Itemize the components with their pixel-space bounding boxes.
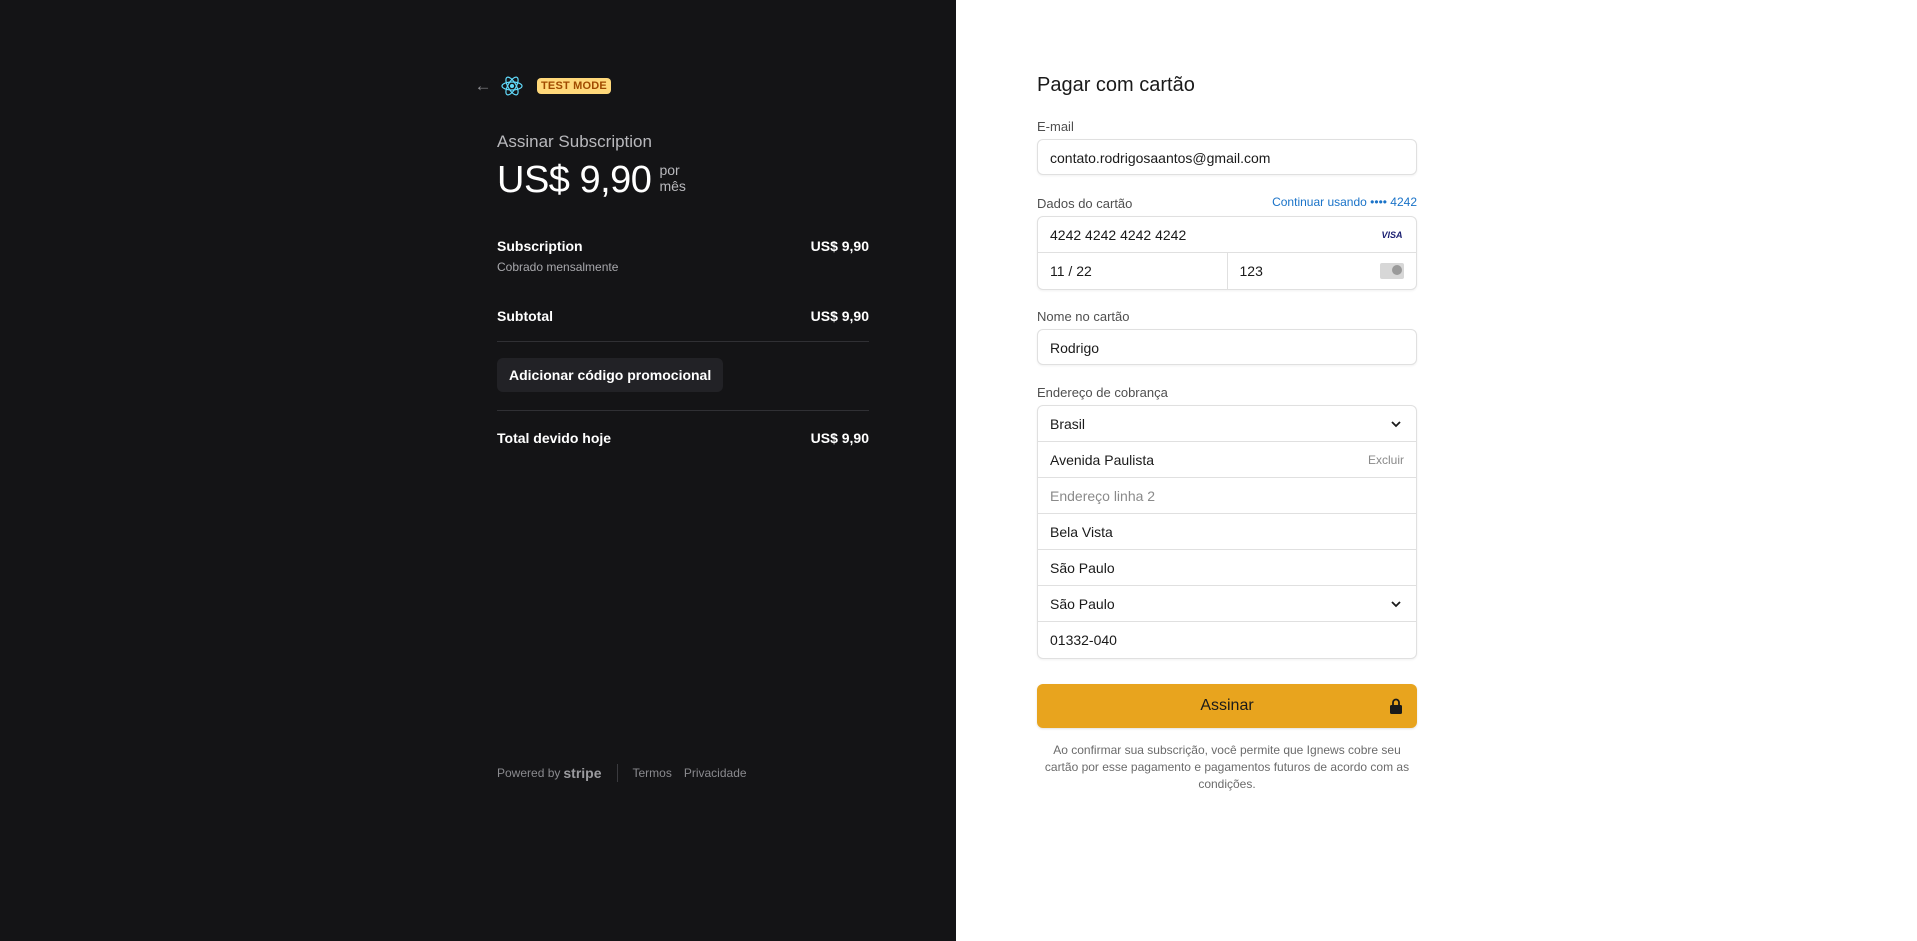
form-title: Pagar com cartão — [1037, 74, 1195, 96]
back-arrow-icon[interactable]: ← — [474, 77, 492, 95]
address-line1-value: Avenida Paulista — [1050, 452, 1155, 468]
total-row: Total devido hoje US$ 9,90 — [497, 430, 869, 446]
zip-value: 01332-040 — [1050, 632, 1117, 648]
footer-divider — [616, 764, 618, 782]
cvc-field[interactable]: 123 — [1228, 253, 1417, 289]
zip-field[interactable]: 01332-040 — [1038, 622, 1416, 658]
price-row: US$ 9,90 por mês — [497, 158, 686, 202]
billing-address-group: Brasil Avenida Paulista Excluir Endereço… — [1037, 405, 1417, 659]
card-details-label: Dados do cartão — [1037, 196, 1133, 211]
react-logo-icon — [501, 76, 523, 96]
test-mode-badge: TEST MODE — [537, 78, 611, 94]
subscribe-label: Assinar — [1200, 697, 1254, 714]
add-promo-code-button[interactable]: Adicionar código promocional — [497, 358, 724, 392]
product-title: Assinar Subscription — [497, 132, 652, 151]
line-item-name: Subscription — [497, 238, 583, 254]
price-amount: US$ 9,90 — [497, 159, 652, 201]
line-item-description: Cobrado mensalmente — [497, 260, 619, 274]
address-line2-field[interactable]: Endereço linha 2 — [1038, 478, 1416, 514]
divider — [497, 341, 869, 342]
cvc-card-icon — [1380, 263, 1404, 279]
line-item-amount: US$ 9,90 — [810, 238, 869, 254]
per-label: por — [659, 162, 680, 178]
subscribe-button[interactable]: Assinar — [1037, 684, 1417, 728]
subtotal-label: Subtotal — [497, 308, 553, 324]
subscription-disclaimer: Ao confirmar sua subscrição, você permit… — [1044, 743, 1410, 791]
neighborhood-value: Bela Vista — [1050, 524, 1113, 540]
stripe-logo[interactable]: stripe — [563, 765, 601, 781]
total-label: Total devido hoje — [497, 430, 612, 446]
cardholder-name-field[interactable]: Rodrigo — [1037, 329, 1417, 365]
expiry-field[interactable]: 11 / 22 — [1038, 253, 1228, 289]
order-summary-panel: ← TEST MODE Assinar Subscription US$ 9,9… — [0, 0, 956, 941]
terms-link[interactable]: Termos — [633, 766, 672, 780]
state-select[interactable]: São Paulo — [1038, 586, 1416, 622]
summary-topbar: ← TEST MODE — [474, 74, 611, 98]
card-number-value: 4242 4242 4242 4242 — [1050, 227, 1187, 243]
visa-icon: VISA — [1381, 230, 1403, 240]
period-label: mês — [659, 178, 686, 194]
address-line2-placeholder: Endereço linha 2 — [1050, 488, 1156, 504]
country-select[interactable]: Brasil — [1038, 406, 1416, 442]
clear-address-button[interactable]: Excluir — [1368, 442, 1404, 478]
city-field[interactable]: São Paulo — [1038, 550, 1416, 586]
expiry-value: 11 / 22 — [1050, 263, 1092, 279]
subtotal-amount: US$ 9,90 — [810, 308, 869, 324]
lock-icon — [1390, 698, 1402, 714]
continue-with-saved-card-link[interactable]: Continuar usando •••• 4242 — [1272, 195, 1417, 209]
chevron-down-icon — [1391, 601, 1401, 608]
card-details-group: 4242 4242 4242 4242 VISA 11 / 22 123 — [1037, 216, 1417, 290]
total-amount: US$ 9,90 — [810, 430, 869, 446]
divider — [497, 410, 869, 411]
country-value: Brasil — [1050, 416, 1086, 432]
neighborhood-field[interactable]: Bela Vista — [1038, 514, 1416, 550]
billing-period: por mês — [659, 162, 685, 194]
line-item-subscription: Subscription US$ 9,90 — [497, 238, 869, 254]
cardholder-name-label: Nome no cartão — [1037, 309, 1130, 324]
cvc-value: 123 — [1239, 263, 1263, 279]
email-value: contato.rodrigosaantos@gmail.com — [1050, 150, 1271, 166]
state-value: São Paulo — [1050, 596, 1115, 612]
billing-address-label: Endereço de cobrança — [1037, 385, 1168, 400]
subtotal-row: Subtotal US$ 9,90 — [497, 308, 869, 324]
footer: Powered by stripe Termos Privacidade — [497, 764, 747, 782]
address-line1-field[interactable]: Avenida Paulista Excluir — [1038, 442, 1416, 478]
city-value: São Paulo — [1050, 560, 1115, 576]
chevron-down-icon — [1391, 421, 1401, 428]
email-field[interactable]: contato.rodrigosaantos@gmail.com — [1037, 139, 1417, 175]
powered-by-label: Powered by — [497, 766, 561, 780]
card-number-field[interactable]: 4242 4242 4242 4242 VISA — [1038, 217, 1416, 253]
email-label: E-mail — [1037, 119, 1074, 134]
privacy-link[interactable]: Privacidade — [684, 766, 747, 780]
cardholder-name-value: Rodrigo — [1050, 340, 1100, 356]
